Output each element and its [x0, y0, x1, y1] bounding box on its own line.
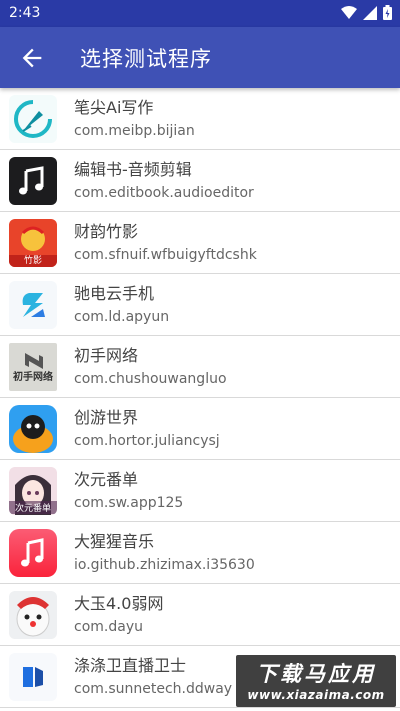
- music-note-icon: [9, 156, 57, 205]
- app-name: 大猩猩音乐: [74, 531, 155, 551]
- page-title: 选择测试程序: [80, 47, 212, 71]
- game-character-icon: [9, 404, 57, 453]
- app-package: com.sw.app125: [74, 494, 184, 511]
- app-package: com.hortor.juliancysj: [74, 432, 220, 449]
- app-list-item[interactable]: 创游世界 com.hortor.juliancysj: [0, 398, 400, 460]
- app-package: com.sfnuif.wfbuigyftdcshk: [74, 246, 257, 263]
- icon-label: 次元番单: [9, 500, 57, 514]
- app-list-item[interactable]: 初手网络 初手网络 com.chushouwangluo: [0, 336, 400, 398]
- app-list-item[interactable]: 编辑书-音频剪辑 com.editbook.audioeditor: [0, 150, 400, 212]
- app-package: com.ld.apyun: [74, 308, 170, 325]
- app-name: 涤涤卫直播卫士: [74, 655, 187, 675]
- app-list-item[interactable]: 大玉4.0弱网 com.dayu: [0, 584, 400, 646]
- app-bar: 选择测试程序: [0, 27, 400, 88]
- icon-label: 竹影: [23, 255, 42, 266]
- app-name: 次元番单: [74, 469, 139, 489]
- app-package: com.sunnetech.ddway: [74, 680, 233, 697]
- shield-logo-icon: [9, 652, 57, 701]
- app-package: com.dayu: [74, 618, 143, 635]
- app-name: 编辑书-音频剪辑: [74, 159, 192, 179]
- app-list-item[interactable]: 次元番单 次元番单 com.sw.app125: [0, 460, 400, 522]
- app-list-item[interactable]: 竹影 财韵竹影 com.sfnuif.wfbuigyftdcshk: [0, 212, 400, 274]
- cloud-phone-icon: [9, 280, 57, 329]
- app-list-item[interactable]: 大猩猩音乐 io.github.zhizimax.i35630: [0, 522, 400, 584]
- app-list-item[interactable]: 驰电云手机 com.ld.apyun: [0, 274, 400, 336]
- app-name: 初手网络: [74, 345, 139, 365]
- anime-girl-icon: 次元番单: [9, 466, 57, 515]
- back-arrow-icon[interactable]: [18, 44, 46, 72]
- app-name: 大玉4.0弱网: [74, 593, 164, 613]
- icon-label: 初手网络: [13, 371, 53, 383]
- status-time: 2:43: [9, 5, 41, 21]
- app-package: io.github.zhizimax.i35630: [74, 556, 255, 573]
- gift-bag-icon: 竹影: [9, 218, 57, 267]
- status-bar: 2:43: [0, 0, 400, 27]
- app-name: 创游世界: [74, 407, 139, 427]
- network-logo-icon: 初手网络: [9, 342, 57, 391]
- battery-icon: [383, 5, 392, 20]
- watermark-url: www.xiazaima.com: [247, 688, 385, 702]
- app-package: com.chushouwangluo: [74, 370, 227, 387]
- watermark-title: 下载马应用: [256, 662, 376, 686]
- app-name: 笔尖Ai写作: [74, 97, 154, 117]
- app-name: 驰电云手机: [74, 283, 155, 303]
- pen-nib-icon: [9, 94, 57, 143]
- app-list-item[interactable]: 笔尖Ai写作 com.meibp.bijian: [0, 88, 400, 150]
- site-watermark: 下载马应用 www.xiazaima.com: [236, 655, 396, 707]
- music-note-icon: [9, 528, 57, 577]
- mascot-icon: [9, 590, 57, 639]
- signal-icon: [363, 5, 377, 20]
- app-package: com.editbook.audioeditor: [74, 184, 254, 201]
- wifi-icon: [341, 5, 357, 19]
- status-icons: [341, 5, 392, 20]
- app-name: 财韵竹影: [74, 221, 139, 241]
- app-list: 笔尖Ai写作 com.meibp.bijian 编辑书-音频剪辑 com.edi…: [0, 88, 400, 711]
- app-package: com.meibp.bijian: [74, 122, 195, 139]
